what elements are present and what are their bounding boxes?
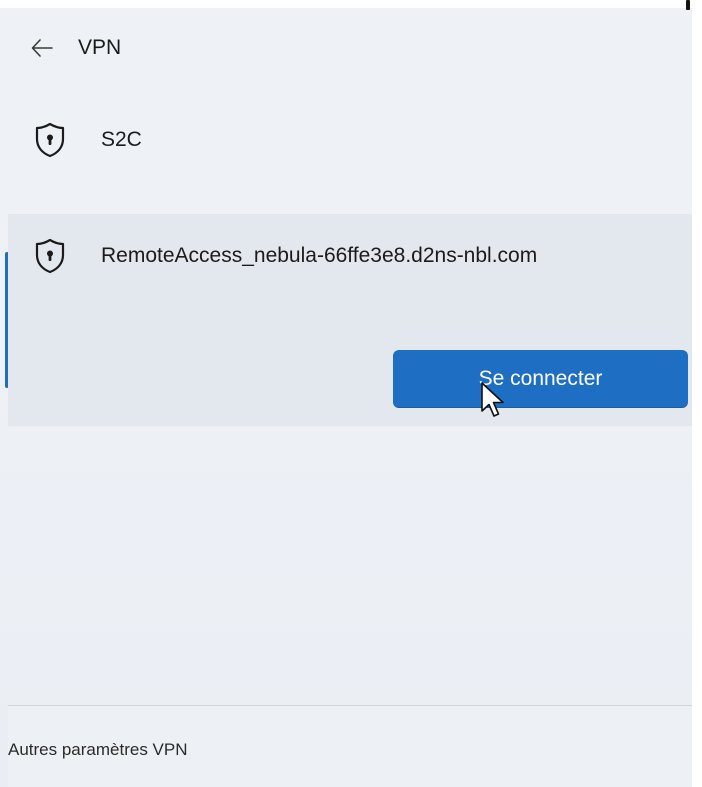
- vpn-item-remoteaccess[interactable]: RemoteAccess_nebula-66ffe3e8.d2ns-nbl.co…: [8, 214, 692, 426]
- more-vpn-settings-link[interactable]: Autres paramètres VPN: [8, 740, 188, 760]
- vpn-quick-settings-panel: VPN S2C RemoteAccess_nebula-66ffe3e8.d2n…: [0, 0, 702, 787]
- header: VPN: [0, 22, 692, 74]
- footer: Autres paramètres VPN: [8, 706, 692, 787]
- page-title: VPN: [78, 36, 122, 59]
- vpn-row: RemoteAccess_nebula-66ffe3e8.d2ns-nbl.co…: [8, 214, 692, 298]
- top-edge: [0, 0, 702, 8]
- top-accent-mark: [686, 0, 690, 10]
- back-button[interactable]: [22, 28, 62, 68]
- vpn-item-s2c[interactable]: S2C: [8, 110, 692, 170]
- mouse-cursor-icon: [481, 382, 504, 417]
- shield-lock-icon: [30, 120, 70, 160]
- vpn-name: S2C: [101, 128, 142, 151]
- shield-lock-icon: [30, 236, 70, 276]
- vpn-name: RemoteAccess_nebula-66ffe3e8.d2ns-nbl.co…: [101, 244, 538, 267]
- back-arrow-icon: [31, 39, 53, 57]
- connect-button[interactable]: Se connecter: [393, 350, 688, 408]
- vpn-row: S2C: [8, 110, 692, 170]
